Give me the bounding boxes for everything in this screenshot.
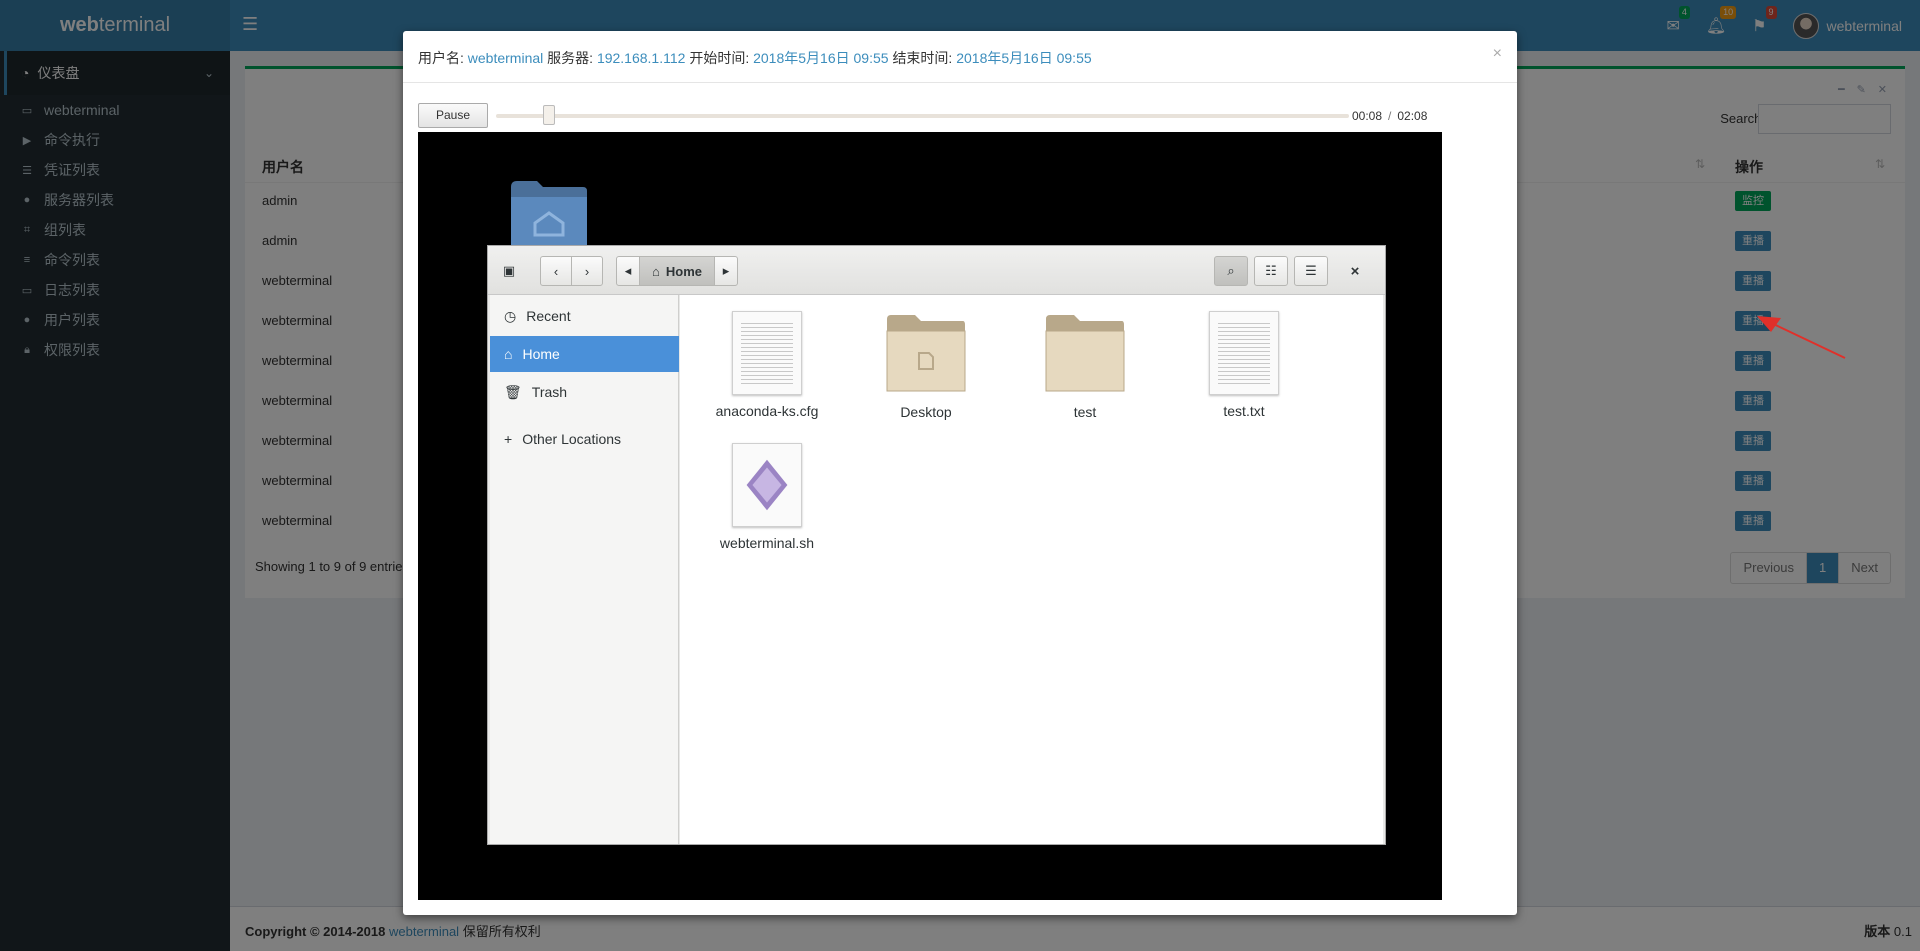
- back-button[interactable]: ‹: [540, 256, 572, 286]
- plus-icon: +: [504, 431, 513, 447]
- terminal-screen[interactable]: ▣ ‹ › ◂ ⌂ Home ▸ ⌕ ☷ ☰ × ◷ Recent ⌂ Home 🗑︎…: [418, 132, 1442, 900]
- file-name: anaconda-ks.cfg: [715, 403, 819, 419]
- places-recent[interactable]: ◷ Recent: [490, 298, 679, 334]
- modal-start-time: 2018年5月16日 09:55: [753, 50, 889, 66]
- list-view-icon: ☷: [1265, 263, 1277, 278]
- file-grid: anaconda-ks.cfg Desktop test test.txt we…: [680, 295, 1383, 844]
- folder-icon: [1045, 315, 1125, 392]
- places-trash[interactable]: 🗑︎ Trash: [490, 374, 679, 410]
- caret-left-icon: ◂: [624, 263, 632, 278]
- file-item[interactable]: anaconda-ks.cfg: [702, 311, 832, 419]
- replay-modal: 用户名: webterminal 服务器: 192.168.1.112 开始时间…: [403, 31, 1517, 915]
- chevron-left-icon: ‹: [553, 263, 559, 279]
- pause-button[interactable]: Pause: [418, 103, 488, 128]
- window-icon: ▣: [502, 263, 516, 278]
- current-time: 00:08: [1352, 109, 1383, 123]
- file-manager-sidebar: ◷ Recent ⌂ Home 🗑︎ Trash + Other Locations: [490, 295, 679, 844]
- home-folder-desktop-icon[interactable]: [509, 179, 589, 249]
- file-item[interactable]: test: [1020, 311, 1150, 420]
- view-toggle-button[interactable]: ☷: [1254, 256, 1288, 286]
- modal-user: webterminal: [467, 50, 544, 66]
- hamburger-menu-icon: ☰: [1305, 263, 1317, 278]
- file-name: test: [1073, 404, 1097, 420]
- trash-icon: 🗑︎: [504, 383, 522, 400]
- search-button[interactable]: ⌕: [1214, 256, 1248, 286]
- caret-right-icon: ▸: [722, 263, 730, 278]
- path-left-button[interactable]: ◂: [616, 256, 640, 286]
- red-arrow-annotation: [1757, 316, 1846, 359]
- path-right-button[interactable]: ▸: [714, 256, 738, 286]
- folder-icon: [886, 315, 966, 392]
- places-home[interactable]: ⌂ Home: [490, 336, 679, 372]
- modal-header: 用户名: webterminal 服务器: 192.168.1.112 开始时间…: [403, 31, 1517, 83]
- file-name: test.txt: [1223, 403, 1265, 419]
- file-manager-toolbar: ▣ ‹ › ◂ ⌂ Home ▸ ⌕ ☷ ☰ ×: [488, 246, 1385, 295]
- modal-server: 192.168.1.112: [596, 50, 686, 66]
- script-file-icon: [732, 443, 802, 527]
- file-item[interactable]: Desktop: [861, 311, 991, 420]
- file-item[interactable]: webterminal.sh: [702, 443, 832, 551]
- file-name: Desktop: [900, 404, 952, 420]
- modal-end-time: 2018年5月16日 09:55: [956, 50, 1092, 66]
- home-icon: ⌂: [504, 346, 513, 362]
- window-close-button[interactable]: ×: [1340, 256, 1370, 286]
- search-icon: ⌕: [1227, 263, 1235, 278]
- forward-button[interactable]: ›: [571, 256, 603, 286]
- playback-slider[interactable]: [496, 114, 1349, 118]
- file-manager-window: ▣ ‹ › ◂ ⌂ Home ▸ ⌕ ☷ ☰ × ◷ Recent ⌂ Home 🗑︎…: [487, 245, 1386, 845]
- places-other-locations[interactable]: + Other Locations: [490, 421, 679, 457]
- path-home-button[interactable]: ⌂ Home: [639, 256, 715, 286]
- text-document-icon: [732, 311, 802, 395]
- file-name: webterminal.sh: [719, 535, 815, 551]
- clock-icon: ◷: [504, 307, 517, 324]
- modal-close-button[interactable]: ×: [1493, 45, 1502, 63]
- playback-time: 00:08/02:08: [1352, 109, 1428, 123]
- total-time: 02:08: [1397, 109, 1428, 123]
- text-document-icon: [1209, 311, 1279, 395]
- chevron-right-icon: ›: [584, 263, 590, 279]
- playback-slider-thumb[interactable]: [543, 105, 556, 125]
- home-icon: ⌂: [652, 263, 660, 279]
- file-item[interactable]: test.txt: [1179, 311, 1309, 419]
- menu-button[interactable]: ☰: [1294, 256, 1328, 286]
